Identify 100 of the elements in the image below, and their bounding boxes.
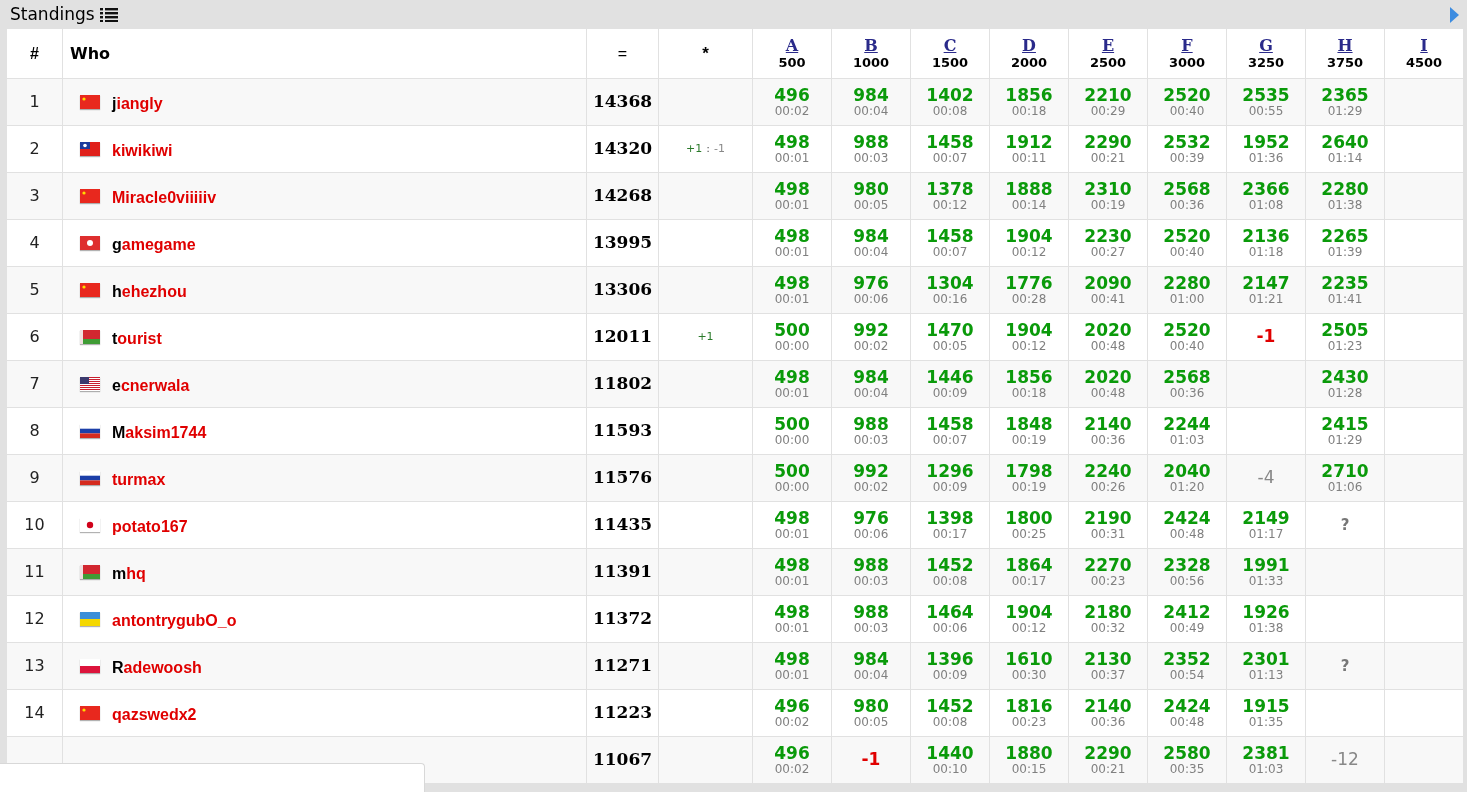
submission-time: 00:07 xyxy=(932,151,968,165)
unsuccessful-hacks: -1 xyxy=(714,140,725,157)
submission-time: 00:01 xyxy=(774,386,810,400)
submission-time: 00:03 xyxy=(853,621,889,635)
problem-points: 1464 xyxy=(926,603,974,621)
problem-points: 498 xyxy=(774,368,810,386)
problem-points: 1888 xyxy=(1005,180,1053,198)
user-handle[interactable]: Miracle0viiiiiv xyxy=(112,186,217,210)
problem-points: 1991 xyxy=(1242,556,1290,574)
user-handle[interactable]: antontrygubO_o xyxy=(112,609,237,633)
problem-points: 1952 xyxy=(1242,133,1290,151)
problem-points: 2366 xyxy=(1242,180,1290,198)
problem-link[interactable]: B xyxy=(864,36,878,55)
submission-time: 00:48 xyxy=(1090,386,1126,400)
problem-points: 2020 xyxy=(1084,321,1132,339)
failed-attempts: -12 xyxy=(1331,748,1359,772)
expand-arrow-icon[interactable] xyxy=(1449,6,1459,23)
problem-points: 2190 xyxy=(1084,509,1132,527)
problem-points: 2520 xyxy=(1163,86,1211,104)
problem-link[interactable]: E xyxy=(1101,36,1115,55)
submission-time: 00:40 xyxy=(1169,245,1205,259)
problem-points: 980 xyxy=(853,697,889,715)
submission-time: 00:36 xyxy=(1090,433,1126,447)
problem-points: 1816 xyxy=(1005,697,1053,715)
problem-points: 2244 xyxy=(1163,415,1211,433)
user-handle[interactable]: Maksim1744 xyxy=(112,421,207,445)
problem-points: 1904 xyxy=(1005,227,1053,245)
problem-link[interactable]: A xyxy=(785,36,799,55)
user-handle[interactable]: tourist xyxy=(112,327,162,351)
problem-points: 1800 xyxy=(1005,509,1053,527)
submission-time: 01:08 xyxy=(1248,198,1284,212)
submission-time: 00:41 xyxy=(1090,292,1126,306)
total-score: 11372 xyxy=(592,607,653,631)
submission-time: 00:01 xyxy=(774,527,810,541)
rank-number: 14 xyxy=(24,702,45,724)
problem-link[interactable]: C xyxy=(943,36,957,55)
problem-link[interactable]: H xyxy=(1337,36,1353,55)
submission-time: 01:21 xyxy=(1248,292,1284,306)
user-handle[interactable]: mhq xyxy=(112,562,146,586)
submission-time: 00:40 xyxy=(1169,104,1205,118)
problem-points: 2230 xyxy=(1084,227,1132,245)
rank-number: 8 xyxy=(29,420,40,442)
problem-link[interactable]: D xyxy=(1022,36,1036,55)
user-handle[interactable]: potato167 xyxy=(112,515,188,539)
user-handle[interactable]: ecnerwala xyxy=(112,374,190,398)
submission-time: 00:17 xyxy=(1011,574,1047,588)
submission-time: 00:31 xyxy=(1090,527,1126,541)
problem-points: 1856 xyxy=(1005,86,1053,104)
problem-points: 1452 xyxy=(926,556,974,574)
user-handle[interactable]: jiangly xyxy=(112,92,163,116)
problem-points: 2270 xyxy=(1084,556,1132,574)
submission-time: 00:07 xyxy=(932,433,968,447)
submission-time: 00:05 xyxy=(853,198,889,212)
problem-link[interactable]: G xyxy=(1259,36,1273,55)
submission-time: 00:25 xyxy=(1011,527,1047,541)
problem-points: 2265 xyxy=(1321,227,1369,245)
submission-time: 01:39 xyxy=(1327,245,1363,259)
user-handle[interactable]: qazswedx2 xyxy=(112,703,197,727)
problem-points: 1458 xyxy=(926,133,974,151)
submission-time: 00:02 xyxy=(774,104,810,118)
problem-points: 498 xyxy=(774,556,810,574)
column-header: = xyxy=(617,43,628,64)
problem-points: 2140 xyxy=(1084,415,1132,433)
rank-number: 13 xyxy=(24,655,45,677)
problem-link[interactable]: F xyxy=(1181,36,1193,55)
submission-time: 00:12 xyxy=(1011,339,1047,353)
submission-time: 00:48 xyxy=(1090,339,1126,353)
total-score: 14368 xyxy=(592,90,653,114)
total-score: 11435 xyxy=(592,513,653,537)
submission-time: 00:48 xyxy=(1169,715,1205,729)
submission-time: 01:28 xyxy=(1327,386,1363,400)
problem-points: 498 xyxy=(774,274,810,292)
submission-time: 00:06 xyxy=(853,292,889,306)
problem-points: 498 xyxy=(774,650,810,668)
problem-max-points: 2000 xyxy=(1010,54,1048,71)
total-score: 13995 xyxy=(592,231,653,255)
submission-time: 00:40 xyxy=(1169,339,1205,353)
problem-link[interactable]: I xyxy=(1420,36,1428,55)
submission-time: 00:04 xyxy=(853,668,889,682)
problem-points: 1915 xyxy=(1242,697,1290,715)
user-handle[interactable]: kiwikiwi xyxy=(112,139,173,163)
submission-time: 01:38 xyxy=(1248,621,1284,635)
rank-number: 11 xyxy=(24,561,45,583)
problem-points: 988 xyxy=(853,556,889,574)
user-handle[interactable]: turmax xyxy=(112,468,166,492)
submission-time: 00:27 xyxy=(1090,245,1126,259)
submission-time: 00:17 xyxy=(932,527,968,541)
problem-points: 2710 xyxy=(1321,462,1369,480)
submission-time: 01:13 xyxy=(1248,668,1284,682)
submission-time: 00:05 xyxy=(853,715,889,729)
user-handle[interactable]: gamegame xyxy=(112,233,196,257)
submission-time: 00:36 xyxy=(1169,386,1205,400)
submission-time: 01:06 xyxy=(1327,480,1363,494)
problem-points: 2130 xyxy=(1084,650,1132,668)
problem-points: 2424 xyxy=(1163,697,1211,715)
problem-points: 2415 xyxy=(1321,415,1369,433)
user-handle[interactable]: hehezhou xyxy=(112,280,187,304)
user-handle[interactable]: Radewoosh xyxy=(112,656,202,680)
problem-points: 2136 xyxy=(1242,227,1290,245)
problem-points: 496 xyxy=(774,86,810,104)
